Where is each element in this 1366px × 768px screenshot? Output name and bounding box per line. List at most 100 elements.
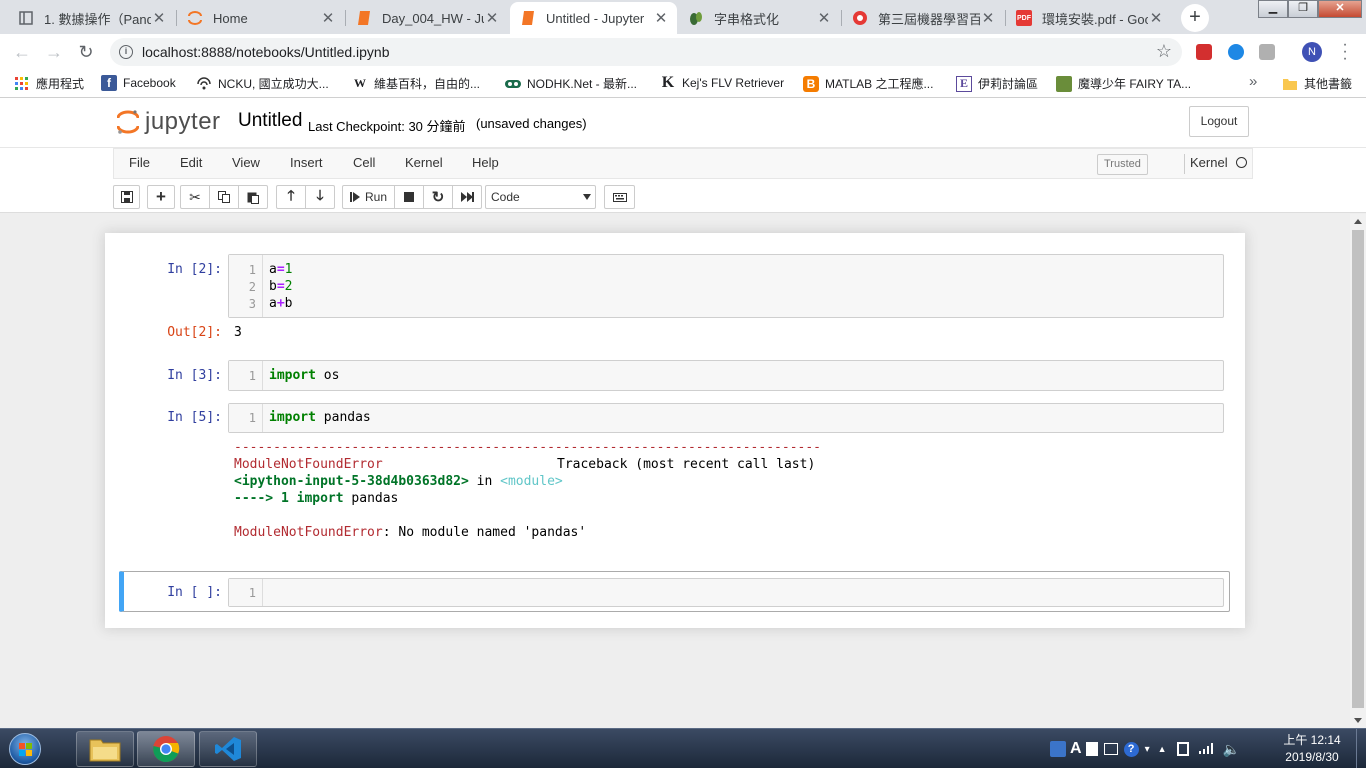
tab-title: Untitled - Jupyter [546,10,645,26]
close-tab-icon[interactable]: ✕ [484,9,500,27]
restart-run-all-button[interactable] [452,185,482,209]
forward-arrow-icon[interactable]: → [43,41,65,63]
scroll-down-icon[interactable] [1354,718,1362,723]
help-icon[interactable]: ? [1123,741,1139,757]
ime-fullwidth-icon[interactable] [1085,742,1098,756]
new-tab-button[interactable]: + [1181,4,1209,32]
close-tab-icon[interactable]: ✕ [816,9,832,27]
ime-a-icon[interactable]: A [1070,740,1082,758]
bookmark-star-icon[interactable]: ☆ [1156,41,1172,62]
url-text[interactable]: localhost:8888/notebooks/Untitled.ipynb [142,44,390,60]
run-button[interactable]: Run [342,185,395,209]
taskbar-clock[interactable]: 上午 12:14 2019/8/30 [1272,732,1352,766]
bookmark-ncku[interactable]: NCKU, 國立成功大... [196,75,329,92]
traceback-error-name: ModuleNotFoundError [234,457,383,472]
move-up-button[interactable]: 🡑 [276,185,306,209]
bookmark-kej[interactable]: K Kej's FLV Retriever [660,74,784,91]
profile-avatar[interactable]: N [1302,42,1322,62]
tray-options-icon[interactable]: ▾ [1145,744,1150,755]
extension-red-icon[interactable] [1196,44,1212,60]
start-button[interactable] [5,731,45,767]
menu-cell[interactable]: Cell [353,155,375,170]
close-tab-icon[interactable]: ✕ [320,9,336,27]
cell-4-code-editor[interactable]: 1 [228,578,1224,607]
bookmark-other[interactable]: 其他書籤 [1282,75,1352,92]
tab-ml-100days[interactable]: 第三屆機器學習百日 ✕ [842,2,1004,34]
fast-forward-icon [460,192,474,202]
cell-3-input-prompt: In [5]: [167,410,222,425]
cell-2-code-editor[interactable]: 1 import os [228,360,1224,391]
insert-cell-button[interactable]: + [147,185,175,209]
paste-button[interactable] [238,185,268,209]
command-palette-button[interactable] [604,185,635,209]
bookmark-matlab[interactable]: B MATLAB 之工程應... [803,75,933,92]
bookmark-wikipedia[interactable]: W 維基百科，自由的... [352,75,480,92]
tab-env-pdf[interactable]: PDF 環境安裝.pdf - Goo ✕ [1006,2,1172,34]
minimize-button[interactable]: ▁ [1258,0,1288,18]
jupyter-logo[interactable]: jupyter [116,108,221,136]
cell-type-select[interactable]: Code [485,185,596,209]
network-signal-icon[interactable] [1198,742,1215,757]
traceback-arrow-line: ----> 1 import pandas [234,491,399,506]
interrupt-button[interactable] [394,185,424,209]
bookmark-eyny[interactable]: E 伊莉討論區 [956,75,1038,92]
menu-insert[interactable]: Insert [290,155,323,170]
menu-edit[interactable]: Edit [180,155,202,170]
taskbar-vscode[interactable] [199,731,257,767]
device-icon[interactable] [1176,742,1189,756]
menubar: File Edit View Insert Cell Kernel Help T… [113,148,1253,179]
close-tab-icon[interactable]: ✕ [151,9,167,27]
tab-untitled[interactable]: Untitled - Jupyter ✕ [510,2,677,34]
restart-button[interactable]: ↻ [423,185,453,209]
show-desktop-button[interactable] [1356,729,1366,768]
more-bookmarks-icon[interactable]: » [1249,73,1257,90]
volume-icon[interactable]: 🔈 [1223,741,1240,758]
bookmark-facebook[interactable]: f Facebook [101,75,176,91]
bookmark-apps[interactable]: 應用程式 [14,75,84,92]
page-scrollbar[interactable] [1350,214,1366,728]
close-window-button[interactable]: ✕ [1318,0,1362,18]
bookmark-fairytail[interactable]: 魔導少年 FAIRY TA... [1056,75,1191,92]
move-down-button[interactable]: 🡓 [305,185,335,209]
menu-help[interactable]: Help [472,155,499,170]
menu-file[interactable]: File [129,155,150,170]
trusted-indicator[interactable]: Trusted [1097,154,1148,175]
logout-button[interactable]: Logout [1189,106,1249,137]
notebook-name[interactable]: Untitled [238,110,302,132]
taskbar-explorer[interactable] [76,731,134,767]
maximize-button[interactable]: ❐ [1288,0,1318,18]
extension-blue-icon[interactable] [1228,44,1244,60]
show-hidden-icons[interactable]: ▲ [1158,744,1167,754]
tab-pandas[interactable]: 1. 數據操作（Pand ✕ [8,2,175,34]
site-info-icon[interactable]: i [119,45,133,59]
close-tab-icon[interactable]: ✕ [1148,9,1164,27]
browser-menu-icon[interactable]: · · · [1340,37,1350,67]
cell-1-code-editor[interactable]: 1 2 3 a=1 b=2 a+b [228,254,1224,318]
address-bar[interactable]: i localhost:8888/notebooks/Untitled.ipyn… [110,38,1182,66]
scroll-up-icon[interactable] [1354,219,1362,224]
line-number: 1 [248,263,256,277]
menu-kernel[interactable]: Kernel [405,155,443,170]
tab-day004[interactable]: Day_004_HW - Jup ✕ [346,2,508,34]
close-tab-icon[interactable]: ✕ [980,9,996,27]
bookmark-nodhk[interactable]: NODHK.Net - 最新... [505,75,637,92]
close-tab-icon[interactable]: ✕ [653,9,669,27]
save-button[interactable] [113,185,140,209]
bookmark-label: NCKU, 國立成功大... [218,77,329,91]
jupyter-logo-icon [116,109,140,135]
scrollbar-thumb[interactable] [1352,230,1364,708]
back-arrow-icon[interactable]: ← [11,41,33,63]
tab-home[interactable]: Home ✕ [177,2,344,34]
extension-pdf-icon[interactable] [1259,44,1275,60]
copy-button[interactable] [209,185,239,209]
reload-icon[interactable]: ↻ [75,41,97,63]
tab-string-format[interactable]: 字串格式化 ✕ [678,2,840,34]
menu-view[interactable]: View [232,155,260,170]
code-line-1: import pandas [269,410,371,425]
bookmark-label: 維基百科，自由的... [374,77,481,91]
language-icon[interactable] [1050,741,1066,757]
cell-3-code-editor[interactable]: 1 import pandas [228,403,1224,433]
taskbar-chrome[interactable] [137,731,195,767]
ime-settings-icon[interactable] [1103,743,1118,755]
cut-button[interactable]: ✂ [180,185,210,209]
